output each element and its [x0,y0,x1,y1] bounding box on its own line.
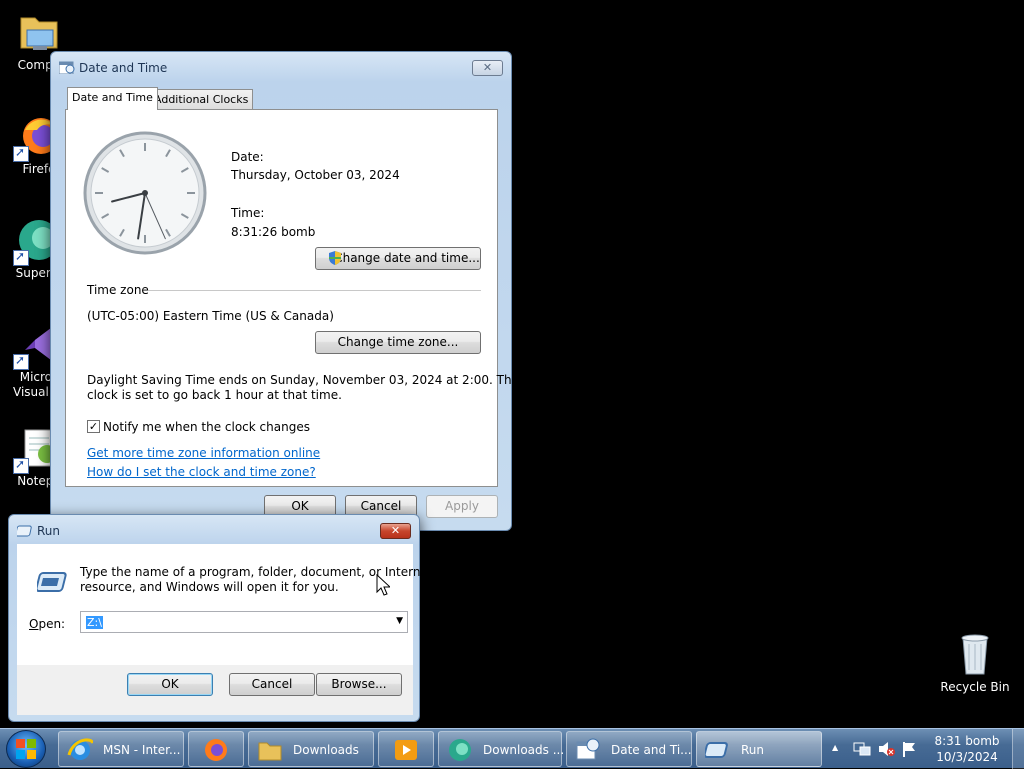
taskbar-item-label: Downloads ... [483,743,565,757]
shield-icon [329,251,341,265]
folder-icon [258,742,282,761]
tab-additional-clocks[interactable]: Additional Clocks [149,89,254,110]
clock-center-pin [142,190,148,196]
change-date-time-button[interactable]: Change date and time... [315,247,481,270]
taskbar-item-label: Downloads [293,743,359,757]
desktop-icon-recycle-bin[interactable]: Recycle Bin [940,630,1010,695]
calendar-clock-icon [59,61,75,74]
taskbar-item-date-time[interactable]: Date and Ti... [566,731,692,767]
clock-date: 10/3/2024 [936,750,998,764]
start-button[interactable] [6,730,46,768]
title-bar[interactable]: Date and Time ✕ [51,52,511,82]
taskbar-item-downloads-browser[interactable]: Downloads ... [438,731,565,767]
run-window: Run ✕ Type the name of a program, folder… [8,514,433,722]
change-date-time-label: Change date and time... [334,251,480,265]
browse-button[interactable]: Browse... [316,673,402,696]
mouse-cursor-icon [376,574,390,596]
time-zone-heading: Time zone [87,283,149,297]
open-label: Open: [29,617,66,631]
taskbar: MSN - Inter... Downloads Downloads ... D… [0,728,1024,769]
date-time-window: Date and Time ✕ Date and Time Additional… [50,51,519,531]
shortcut-arrow-icon [13,249,29,266]
firefox-icon [205,739,227,761]
taskbar-item-firefox[interactable] [188,731,244,767]
taskbar-item-label: MSN - Inter... [103,743,181,757]
date-value: Thursday, October 03, 2024 [231,168,400,182]
taskbar-item-downloads-folder[interactable]: Downloads [248,731,374,767]
notify-checkbox-label[interactable]: Notify me when the clock changes [103,420,310,434]
run-button-bar: OK Cancel Browse... [17,665,413,715]
cancel-button[interactable]: Cancel [229,673,315,696]
show-hidden-icons-arrow[interactable]: ▲ [832,743,838,752]
action-center-flag-icon[interactable] [902,741,918,757]
internet-explorer-icon [67,738,93,760]
tab-panel: Date: Thursday, October 03, 2024 Time: 8… [65,109,519,487]
desktop-icon-label: Recycle Bin [940,680,1010,694]
shortcut-arrow-icon [13,145,29,162]
ok-button[interactable]: OK [127,673,213,696]
open-combobox[interactable]: Z:\ ▼ [80,611,408,633]
taskbar-item-label: Run [741,743,765,757]
taskbar-item-run[interactable]: Run [696,731,822,767]
recycle-bin-icon [951,630,999,678]
date-label: Date: [231,150,264,164]
clock-help-link[interactable]: How do I set the clock and time zone? [87,465,316,479]
network-icon[interactable] [853,741,871,757]
taskbar-item-msn[interactable]: MSN - Inter... [58,731,184,767]
title-bar[interactable]: Run ✕ [9,515,419,545]
checkmark-icon: ✓ [88,420,99,433]
time-zone-info-link[interactable]: Get more time zone information online [87,446,320,460]
shortcut-arrow-icon [13,457,29,474]
notify-checkbox[interactable]: ✓ [87,420,100,433]
dst-info-line1: Daylight Saving Time ends on Sunday, Nov… [87,373,519,387]
analog-clock [83,131,207,255]
dst-info-line2: clock is set to go back 1 hour at that t… [87,388,342,402]
time-zone-divider [148,290,481,291]
apply-button[interactable]: Apply [426,495,498,518]
time-zone-value: (UTC-05:00) Eastern Time (US & Canada) [87,309,334,323]
time-label: Time: [231,206,265,220]
taskbar-item-media-player[interactable] [378,731,434,767]
close-button[interactable]: ✕ [472,60,503,76]
run-body: Type the name of a program, folder, docu… [17,544,433,715]
taskbar-item-label: Date and Ti... [611,743,692,757]
window-title: Date and Time [79,61,168,75]
calendar-clock-icon [576,738,600,760]
run-icon [17,525,32,537]
shortcut-arrow-icon [13,353,29,370]
show-desktop-button[interactable] [1012,729,1024,769]
window-title: Run [37,524,61,538]
run-program-icon [37,572,67,592]
supermium-icon [449,739,471,761]
system-clock[interactable]: 8:31 bomb 10/3/2024 [928,733,1006,765]
chevron-down-icon[interactable]: ▼ [396,616,403,626]
computer-folder-icon [15,8,63,56]
close-button[interactable]: ✕ [380,523,411,539]
open-label-rest: pen: [38,617,66,631]
time-value: 8:31:26 bomb [231,225,316,239]
run-icon [705,742,728,758]
tab-date-and-time[interactable]: Date and Time [67,87,158,110]
volume-muted-icon[interactable] [878,741,896,757]
windows-logo-icon [16,739,36,759]
media-player-icon [395,740,417,760]
open-input-value[interactable]: Z:\ [86,616,103,629]
change-time-zone-button[interactable]: Change time zone... [315,331,481,354]
run-description-line2: resource, and Windows will open it for y… [80,580,339,594]
clock-time: 8:31 bomb [934,734,1000,748]
